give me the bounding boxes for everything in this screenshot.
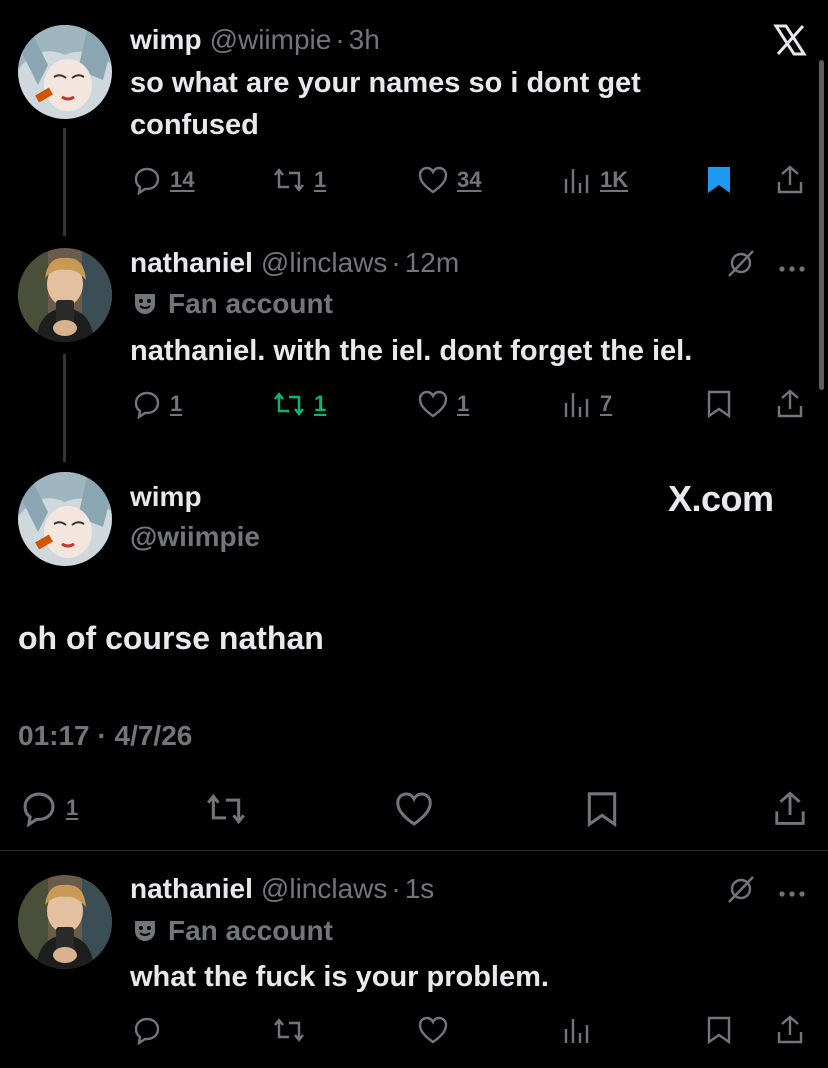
tweet3-heart-icon[interactable] [417, 1015, 449, 1050]
views-icon [564, 169, 589, 193]
separator-dot: · [391, 247, 401, 278]
avatar-wimp[interactable] [18, 472, 112, 566]
tweet2-like-count: 1 [457, 391, 470, 416]
tweet2-reply-button[interactable]: 1 [132, 389, 182, 419]
avatar-nathaniel[interactable] [18, 248, 112, 342]
tweet3-time[interactable]: 1s [405, 873, 435, 905]
heart-icon [418, 390, 448, 418]
scrollbar[interactable] [819, 60, 824, 390]
avatar-nathaniel[interactable] [18, 875, 112, 969]
tweet1-display-name[interactable]: wimp [130, 24, 202, 56]
reply-icon [23, 792, 55, 827]
focus-display-name[interactable]: wimp [130, 481, 202, 513]
tweet2-views-count: 7 [600, 391, 613, 416]
focus-timestamp[interactable]: 01:17 · 4/7/26 [18, 720, 192, 752]
repost-icon [274, 392, 304, 416]
grok-icon[interactable] [726, 874, 756, 909]
tweet1-repost-count: 1 [314, 167, 327, 192]
tweet3-header: nathaniel @linclaws · 1s [130, 871, 434, 907]
heart-icon [418, 166, 448, 194]
x-com-watermark: X.com [668, 478, 774, 519]
views-icon [564, 393, 589, 417]
focus-text: oh of course nathan [18, 620, 324, 656]
tweet1-header: wimp @wiimpie · 3h [130, 22, 380, 58]
avatar-wimp[interactable] [18, 25, 112, 119]
tweet2-reply-count: 1 [170, 391, 183, 416]
tweet2-fan-label: Fan account [132, 288, 333, 320]
tweet1-bookmark-icon[interactable] [705, 165, 733, 200]
divider [0, 850, 828, 851]
tweet3-bookmark-icon[interactable] [705, 1015, 733, 1050]
tweet1-handle[interactable]: @wiimpie [210, 24, 332, 56]
tweet1-views-count: 1K [600, 167, 629, 192]
tweet3-fan-label: Fan account [132, 915, 333, 947]
tweet2-text: nathaniel. with the iel. dont forget the… [130, 335, 693, 367]
tweet2-repost-button[interactable]: 1 [272, 389, 326, 419]
tweet1-repost-button[interactable]: 1 [272, 165, 326, 195]
reply-icon [134, 167, 160, 195]
x-close-icon[interactable] [772, 22, 808, 58]
tweet3-share-icon[interactable] [775, 1014, 805, 1051]
tweet2-like-button[interactable]: 1 [417, 389, 469, 419]
tweet1-reply-button[interactable]: 14 [132, 165, 194, 195]
focus-repost-icon[interactable] [204, 790, 248, 833]
tweet3-fan-label-text: Fan account [168, 915, 333, 946]
tweet2-repost-count: 1 [314, 391, 327, 416]
more-options-icon[interactable] [778, 885, 806, 903]
separator-dot: · [391, 873, 401, 904]
focus-heart-icon[interactable] [394, 790, 434, 833]
grok-icon[interactable] [726, 248, 756, 283]
tweet3-repost-icon[interactable] [272, 1015, 306, 1050]
tweet2-time[interactable]: 12m [405, 247, 459, 279]
tweet2-views-button[interactable]: 7 [562, 389, 612, 419]
thread-line [63, 354, 66, 462]
focus-reply-button[interactable]: 1 [20, 789, 78, 827]
tweet3-handle[interactable]: @linclaws [261, 873, 387, 905]
tweet1-text: so what are your names so i dont get con… [130, 62, 641, 146]
tweet2-share-icon[interactable] [775, 388, 805, 425]
focus-handle[interactable]: @wiimpie [130, 521, 260, 553]
more-options-icon[interactable] [778, 260, 806, 278]
tweet1-text-line1: so what are your names so i dont get [130, 67, 641, 99]
tweet1-views-button[interactable]: 1K [562, 165, 628, 195]
tweet2-handle[interactable]: @linclaws [261, 247, 387, 279]
tweet1-time[interactable]: 3h [349, 24, 380, 56]
focus-reply-count: 1 [66, 795, 79, 820]
tweet1-like-count: 34 [457, 167, 482, 192]
tweet3-text: what the fuck is your problem. [130, 961, 549, 993]
tweet1-like-button[interactable]: 34 [417, 165, 481, 195]
tweet2-fan-label-text: Fan account [168, 288, 333, 319]
reply-icon [134, 391, 160, 419]
thread-line [63, 128, 66, 236]
tweet3-reply-icon[interactable] [132, 1015, 162, 1050]
tweet2-display-name[interactable]: nathaniel [130, 247, 253, 279]
tweet2-header: nathaniel @linclaws · 12m [130, 245, 459, 281]
separator-dot: · [335, 24, 345, 55]
focus-share-icon[interactable] [772, 789, 808, 834]
tweet3-display-name[interactable]: nathaniel [130, 873, 253, 905]
tweet1-text-line2: confused [130, 109, 259, 141]
theater-mask-icon [135, 294, 155, 314]
repost-icon [274, 168, 304, 192]
tweet2-bookmark-icon[interactable] [705, 389, 733, 424]
tweet1-share-icon[interactable] [775, 164, 805, 201]
tweet1-reply-count: 14 [170, 167, 195, 192]
focus-bookmark-icon[interactable] [584, 790, 620, 833]
theater-mask-icon [135, 921, 155, 941]
tweet3-views-icon[interactable] [562, 1015, 592, 1050]
